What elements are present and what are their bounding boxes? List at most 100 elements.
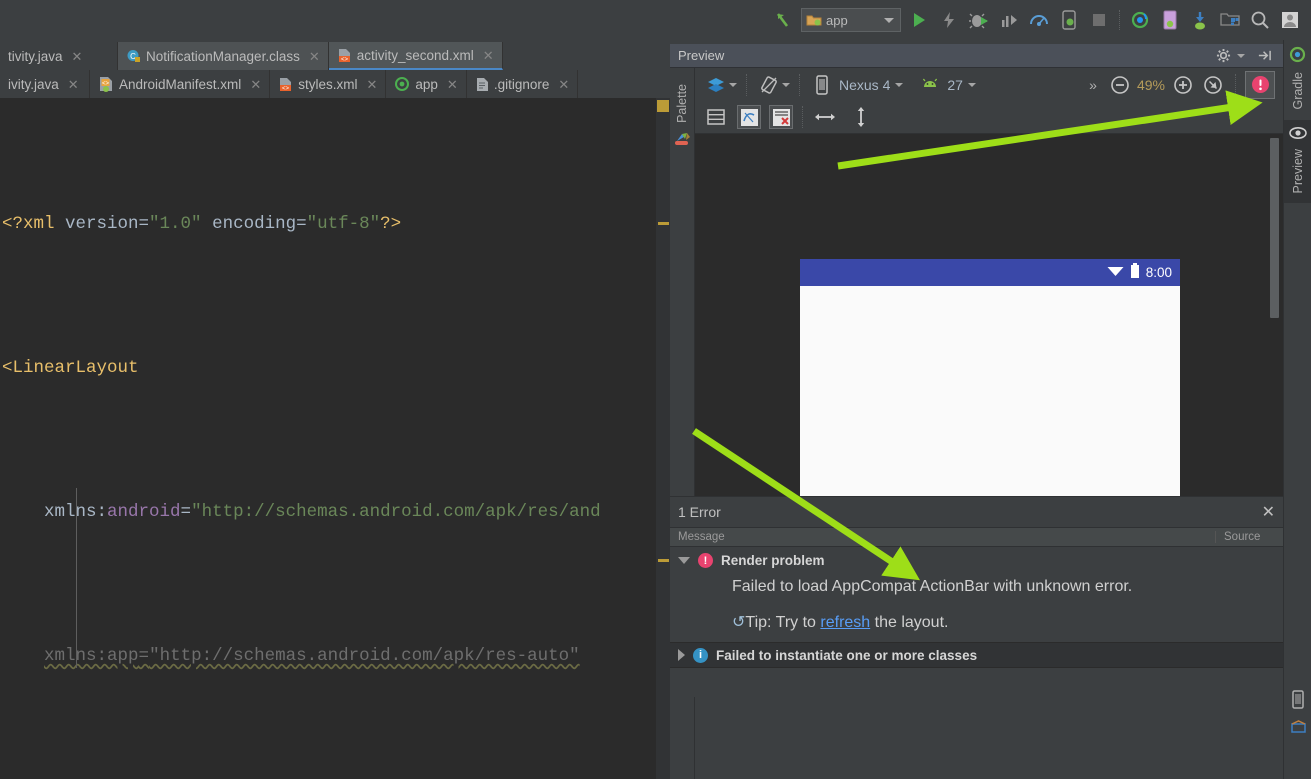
class-icon: C bbox=[126, 49, 141, 64]
gear-icon[interactable] bbox=[1210, 43, 1236, 69]
navigate-back-icon[interactable] bbox=[769, 7, 797, 33]
editor-gutter-marks[interactable] bbox=[656, 98, 670, 779]
tab-label: NotificationManager.class bbox=[146, 48, 300, 64]
code-editor[interactable]: <?xml version="1.0" encoding="utf-8"?> <… bbox=[0, 98, 670, 779]
layout-inspector-icon[interactable] bbox=[1290, 720, 1306, 739]
gutter-status-box[interactable] bbox=[657, 100, 669, 112]
tab-activity-second-xml[interactable]: <> activity_second.xml ✕ bbox=[328, 42, 503, 70]
close-icon[interactable]: ✕ bbox=[447, 78, 458, 91]
debug-icon[interactable] bbox=[965, 7, 993, 33]
close-icon[interactable]: ✕ bbox=[558, 78, 569, 91]
close-icon[interactable]: ✕ bbox=[68, 78, 79, 91]
search-everywhere-icon[interactable] bbox=[1246, 7, 1274, 33]
close-icon[interactable]: ✕ bbox=[250, 78, 261, 91]
preview-scrollbar[interactable] bbox=[1270, 138, 1279, 318]
error-list: ! Render problem Failed to load AppCompa… bbox=[670, 547, 1283, 668]
toolbar-divider bbox=[799, 73, 800, 96]
module-selector[interactable]: app bbox=[801, 8, 901, 32]
tab-styles-xml[interactable]: <> styles.xml ✕ bbox=[270, 70, 387, 98]
xml-decl-close: ?> bbox=[380, 214, 402, 234]
profiler-icon[interactable] bbox=[995, 7, 1023, 33]
chevron-down-icon[interactable] bbox=[1237, 53, 1245, 58]
monitor-icon[interactable] bbox=[1025, 7, 1053, 33]
list-view-icon[interactable] bbox=[703, 104, 729, 130]
gutter-warning-mark[interactable] bbox=[658, 559, 669, 562]
orientation-icon[interactable] bbox=[756, 72, 782, 98]
main-toolbar: app bbox=[0, 0, 1311, 40]
ns-android: android bbox=[107, 502, 181, 522]
toolbar-divider bbox=[746, 73, 747, 96]
sidebar-item-gradle[interactable]: Gradle bbox=[1284, 40, 1311, 120]
tip-suffix: the layout. bbox=[870, 614, 949, 631]
chevron-down-icon[interactable] bbox=[895, 82, 904, 87]
xml-decl-open: ?xml bbox=[12, 214, 55, 234]
tip-prefix: Tip: Try to bbox=[745, 614, 821, 631]
clear-constraints-icon[interactable] bbox=[769, 105, 793, 129]
close-icon[interactable]: ✕ bbox=[309, 50, 320, 63]
tab-ivity-java[interactable]: ivity.java ✕ bbox=[0, 70, 90, 98]
refresh-icon: ↺ bbox=[732, 614, 746, 631]
run-icon[interactable] bbox=[905, 7, 933, 33]
close-icon[interactable]: ✕ bbox=[1262, 502, 1275, 522]
error-row-render-problem[interactable]: ! Render problem bbox=[670, 551, 1283, 570]
chevron-down-icon[interactable] bbox=[678, 557, 690, 564]
chevron-down-icon[interactable] bbox=[967, 82, 976, 87]
chevron-down-icon[interactable] bbox=[782, 82, 790, 87]
collapse-right-icon[interactable] bbox=[1251, 43, 1277, 69]
module-label: app bbox=[826, 12, 848, 28]
tab-androidmanifest-xml[interactable]: <> AndroidManifest.xml ✕ bbox=[90, 70, 271, 98]
api-label: 27 bbox=[947, 76, 963, 93]
tab-label: styles.xml bbox=[298, 76, 358, 92]
attr-encoding: encoding= bbox=[201, 214, 307, 234]
chevron-down-icon[interactable] bbox=[729, 82, 737, 87]
preview-title: Preview bbox=[678, 48, 725, 63]
expand-horizontal-icon[interactable] bbox=[812, 104, 838, 130]
chevron-right-icon[interactable] bbox=[678, 649, 685, 661]
error-severity-icon: ! bbox=[698, 553, 713, 568]
sync-gradle-icon[interactable] bbox=[1126, 7, 1154, 33]
apply-changes-icon[interactable] bbox=[935, 7, 963, 33]
zoom-in-icon[interactable] bbox=[1170, 72, 1196, 98]
preview-canvas[interactable]: 8:00 bbox=[695, 134, 1283, 540]
avd-manager-icon[interactable] bbox=[1156, 7, 1184, 33]
device-selector[interactable]: Nexus 4 bbox=[809, 72, 904, 98]
refresh-link[interactable]: refresh bbox=[820, 614, 870, 631]
expand-vertical-icon[interactable] bbox=[848, 104, 874, 130]
chevron-down-icon[interactable] bbox=[884, 17, 894, 23]
zoom-fit-icon[interactable] bbox=[1200, 72, 1226, 98]
tab-gitignore[interactable]: .gitignore ✕ bbox=[467, 70, 579, 98]
ns-app: app bbox=[107, 646, 139, 666]
error-row-instantiate-classes[interactable]: i Failed to instantiate one or more clas… bbox=[670, 642, 1283, 668]
toolbar-overflow-icon[interactable]: » bbox=[1089, 77, 1097, 93]
sidebar-label-preview: Preview bbox=[1290, 148, 1305, 193]
sidebar-label-gradle: Gradle bbox=[1290, 72, 1305, 110]
val-app-uri: "http://schemas.android.com/apk/res-auto… bbox=[149, 646, 580, 666]
gutter-warning-mark[interactable] bbox=[658, 222, 669, 225]
zoom-out-icon[interactable] bbox=[1107, 72, 1133, 98]
layers-control[interactable] bbox=[703, 72, 737, 98]
account-icon[interactable] bbox=[1276, 7, 1304, 33]
layers-icon[interactable] bbox=[703, 72, 729, 98]
sdk-manager-icon[interactable] bbox=[1186, 7, 1214, 33]
attach-debugger-icon[interactable] bbox=[1055, 7, 1083, 33]
stop-icon[interactable] bbox=[1085, 7, 1113, 33]
show-constraints-icon[interactable] bbox=[737, 105, 761, 129]
close-icon[interactable]: ✕ bbox=[72, 50, 83, 63]
api-selector[interactable]: 27 bbox=[917, 72, 976, 98]
device-status-bar: 8:00 bbox=[800, 259, 1180, 286]
tag-linearlayout: LinearLayout bbox=[12, 358, 139, 378]
project-structure-icon[interactable] bbox=[1216, 7, 1244, 33]
close-icon[interactable]: ✕ bbox=[366, 78, 377, 91]
tab-label: AndroidManifest.xml bbox=[119, 76, 242, 92]
tab-app-gradle[interactable]: app ✕ bbox=[386, 70, 467, 98]
close-icon[interactable]: ✕ bbox=[483, 49, 494, 62]
sidebar-item-preview[interactable]: Preview bbox=[1284, 119, 1311, 203]
orientation-control[interactable] bbox=[756, 72, 790, 98]
error-badge-icon[interactable] bbox=[1245, 70, 1275, 99]
tab-tivity-java[interactable]: tivity.java ✕ bbox=[0, 42, 118, 70]
preview-header: Preview bbox=[670, 44, 1283, 68]
palette-icon bbox=[670, 131, 694, 148]
tab-notificationmanager-class[interactable]: C NotificationManager.class ✕ bbox=[118, 42, 329, 70]
device-file-explorer-icon[interactable] bbox=[1291, 690, 1305, 714]
battery-icon bbox=[1130, 262, 1140, 283]
